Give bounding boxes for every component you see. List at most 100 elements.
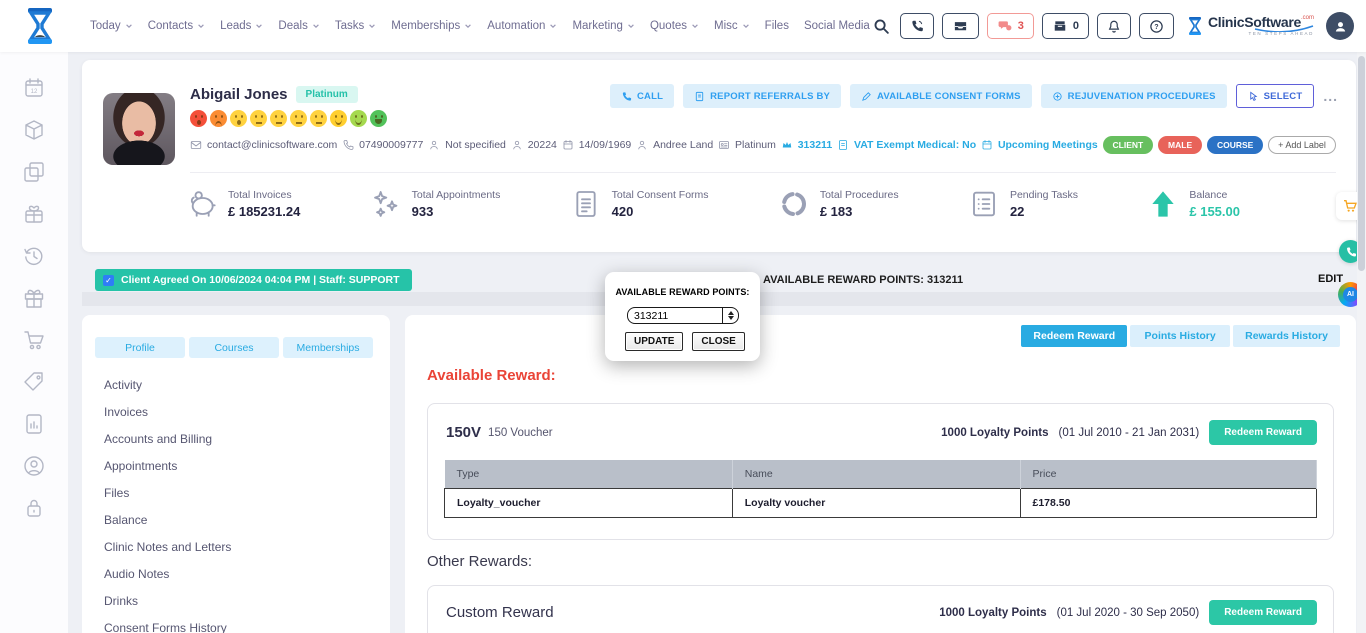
rail-copy-button[interactable] [22, 160, 46, 184]
edit-points-button[interactable]: EDIT [1318, 273, 1343, 285]
client-owner[interactable]: Andree Land [636, 139, 713, 151]
chat-bubbles-icon [997, 19, 1013, 33]
rail-account-button[interactable] [22, 454, 46, 478]
call-button[interactable]: CALL [610, 84, 674, 108]
calendar-icon [562, 139, 574, 151]
sidebar-item-files[interactable]: Files [104, 479, 380, 506]
tab-points-history[interactable]: Points History [1130, 325, 1230, 347]
tab-profile[interactable]: Profile [95, 337, 185, 358]
nav-automation[interactable]: Automation [487, 20, 557, 32]
tab-redeem-reward[interactable]: Redeem Reward [1021, 325, 1127, 347]
more-options-button[interactable]: ... [1323, 88, 1338, 104]
nav-today[interactable]: Today [90, 20, 133, 32]
phone-icon [1345, 246, 1357, 258]
rejuvenation-procedures-button[interactable]: REJUVENATION PROCEDURES [1041, 84, 1227, 108]
rail-giftbox-button[interactable] [22, 202, 46, 226]
vat-exempt-status[interactable]: VAT Exempt Medical: No [837, 139, 976, 151]
help-button[interactable]: ? [1139, 13, 1174, 39]
sidebar-item-drinks[interactable]: Drinks [104, 587, 380, 614]
rail-package-button[interactable] [22, 118, 46, 142]
sidebar-item-clinic-notes-and-letters[interactable]: Clinic Notes and Letters [104, 533, 380, 560]
nav-marketing[interactable]: Marketing [572, 20, 635, 32]
mood-face-1[interactable] [190, 110, 207, 127]
rail-rewards-button[interactable] [22, 286, 46, 310]
mood-face-7[interactable] [310, 110, 327, 127]
rail-reports-button[interactable] [22, 412, 46, 436]
client-id[interactable]: 20224 [511, 139, 557, 151]
nav-leads[interactable]: Leads [220, 20, 263, 32]
mood-face-9[interactable] [350, 110, 367, 127]
stat-total-procedures: Total Procedures£ 183 [778, 188, 899, 220]
user-icon [428, 139, 440, 151]
nav-memberships[interactable]: Memberships [391, 20, 472, 32]
table-row[interactable]: Loyalty_voucher Loyalty voucher £178.50 [445, 489, 1317, 518]
tab-courses[interactable]: Courses [189, 337, 279, 358]
mood-face-4[interactable] [250, 110, 267, 127]
reward-points-cost: 1000 Loyalty Points [941, 427, 1048, 439]
mood-face-6[interactable] [290, 110, 307, 127]
sidebar-item-audio-notes[interactable]: Audio Notes [104, 560, 380, 587]
sidebar-item-balance[interactable]: Balance [104, 506, 380, 533]
scrollbar[interactable] [1357, 52, 1366, 633]
sidebar-item-appointments[interactable]: Appointments [104, 452, 380, 479]
tag-icon [22, 370, 46, 394]
rail-calendar-button[interactable]: 12 [22, 76, 46, 100]
rail-labels-button[interactable] [22, 370, 46, 394]
report-referrals-button[interactable]: REPORT REFERRALS BY [683, 84, 841, 108]
sidebar-item-accounts-and-billing[interactable]: Accounts and Billing [104, 425, 380, 452]
agreed-checkbox[interactable]: ✓ [103, 275, 114, 286]
sidebar-item-activity[interactable]: Activity [104, 371, 380, 398]
select-button[interactable]: SELECT [1236, 84, 1315, 108]
mood-face-10[interactable] [370, 110, 387, 127]
inbox-button[interactable] [942, 13, 979, 39]
rail-cart-button[interactable] [22, 328, 46, 352]
client-gender[interactable]: Not specified [428, 139, 506, 151]
label-male[interactable]: MALE [1158, 136, 1202, 154]
register-tray-button[interactable]: 0 [1042, 13, 1089, 39]
popup-label: AVAILABLE REWARD POINTS: [605, 287, 760, 297]
redeem-reward-button[interactable]: Redeem Reward [1209, 420, 1317, 445]
cart-icon [22, 328, 46, 352]
rail-lock-button[interactable] [22, 496, 46, 520]
label-client[interactable]: CLIENT [1103, 136, 1154, 154]
nav-files[interactable]: Files [765, 20, 789, 32]
mood-face-8[interactable] [330, 110, 347, 127]
client-email[interactable]: contact@clinicsoftware.com [190, 139, 337, 151]
label-course[interactable]: COURSE [1207, 136, 1263, 154]
user-avatar-button[interactable] [1326, 12, 1354, 40]
nav-misc[interactable]: Misc [714, 20, 750, 32]
mood-face-2[interactable] [210, 110, 227, 127]
add-label-button[interactable]: + Add Label [1268, 136, 1336, 154]
client-tier[interactable]: Platinum [718, 139, 776, 151]
available-consent-forms-button[interactable]: AVAILABLE CONSENT FORMS [850, 84, 1032, 108]
client-phone[interactable]: 07490009777 [342, 139, 423, 151]
chat-messages-button[interactable]: 3 [987, 13, 1034, 39]
nav-social-media[interactable]: Social Media [804, 20, 870, 32]
client-dob[interactable]: 14/09/1969 [562, 139, 632, 151]
tab-memberships[interactable]: Memberships [283, 337, 373, 358]
sidebar-item-invoices[interactable]: Invoices [104, 398, 380, 425]
upcoming-meetings-link[interactable]: Upcoming Meetings [981, 139, 1098, 151]
nav-quotes[interactable]: Quotes [650, 20, 699, 32]
number-spinner[interactable] [722, 308, 738, 323]
sidebar-item-consent-forms-history[interactable]: Consent Forms History [104, 614, 380, 633]
nav-tasks[interactable]: Tasks [335, 20, 376, 32]
search-icon[interactable] [873, 18, 890, 35]
client-points[interactable]: 313211 [781, 139, 832, 151]
mood-face-3[interactable] [230, 110, 247, 127]
redeem-custom-reward-button[interactable]: Redeem Reward [1209, 600, 1317, 625]
update-button[interactable]: UPDATE [625, 332, 683, 351]
nav-contacts[interactable]: Contacts [148, 20, 205, 32]
scrollbar-thumb[interactable] [1358, 56, 1365, 271]
notifications-button[interactable] [1097, 13, 1131, 39]
tab-rewards-history[interactable]: Rewards History [1233, 325, 1340, 347]
points-input[interactable] [628, 310, 708, 322]
clinicsoftware-brand-logo[interactable]: ClinicSoftware.com TEN STEPS AHEAD [1186, 15, 1314, 37]
close-button[interactable]: CLOSE [692, 332, 744, 351]
rail-history-button[interactable] [22, 244, 46, 268]
client-photo[interactable] [103, 93, 175, 165]
phone-call-button[interactable] [900, 13, 934, 39]
nav-deals[interactable]: Deals [278, 20, 319, 32]
hourglass-logo-icon[interactable] [22, 6, 58, 51]
mood-face-5[interactable] [270, 110, 287, 127]
